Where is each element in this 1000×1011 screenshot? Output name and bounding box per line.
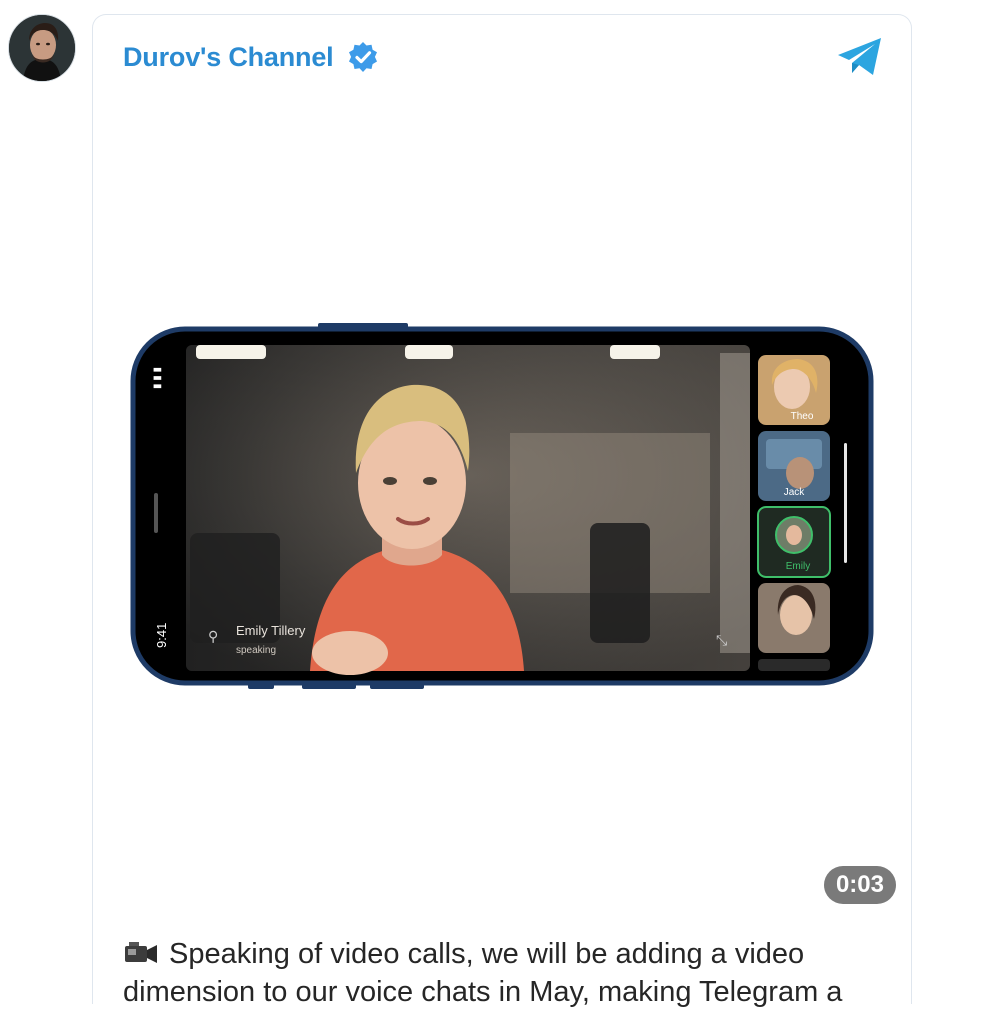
video-frame[interactable]: ▮ ▮ ▮ 9:41 Emily Tillery speaking ⚲ ⤡ Th… xyxy=(130,323,874,689)
telegram-plane-icon[interactable] xyxy=(835,35,885,79)
status-time: 9:41 xyxy=(154,623,169,648)
channel-post-card: Durov's Channel ▮ ▮ ▮ 9:41 Emily Tillery… xyxy=(92,14,912,1008)
post-header: Durov's Channel xyxy=(123,39,379,75)
participant-name: Emily xyxy=(786,561,810,572)
video-camera-icon xyxy=(125,942,157,963)
svg-text:▮ ▮ ▮: ▮ ▮ ▮ xyxy=(152,367,163,389)
pin-icon: ⚲ xyxy=(208,628,218,644)
channel-avatar[interactable] xyxy=(8,14,76,82)
speaker-name: Emily Tillery xyxy=(236,623,306,638)
caption-line-1: Speaking of video calls, we will be addi… xyxy=(169,938,805,970)
channel-name-link[interactable]: Durov's Channel xyxy=(123,42,334,73)
verified-badge-icon xyxy=(349,42,378,72)
scrollbar xyxy=(844,443,847,563)
participant-name: Theo xyxy=(791,411,814,422)
participant-name: Jack xyxy=(784,487,806,498)
video-duration-badge: 0:03 xyxy=(823,866,896,904)
caption-line-2: dimension to our voice chats in May, mak… xyxy=(123,976,843,1008)
minimize-icon: ⤡ xyxy=(716,632,727,648)
post-caption: Speaking of video calls, we will be addi… xyxy=(123,935,893,1011)
speaker-status: speaking xyxy=(236,645,276,656)
video-player[interactable]: ▮ ▮ ▮ 9:41 Emily Tillery speaking ⚲ ⤡ Th… xyxy=(92,111,912,904)
